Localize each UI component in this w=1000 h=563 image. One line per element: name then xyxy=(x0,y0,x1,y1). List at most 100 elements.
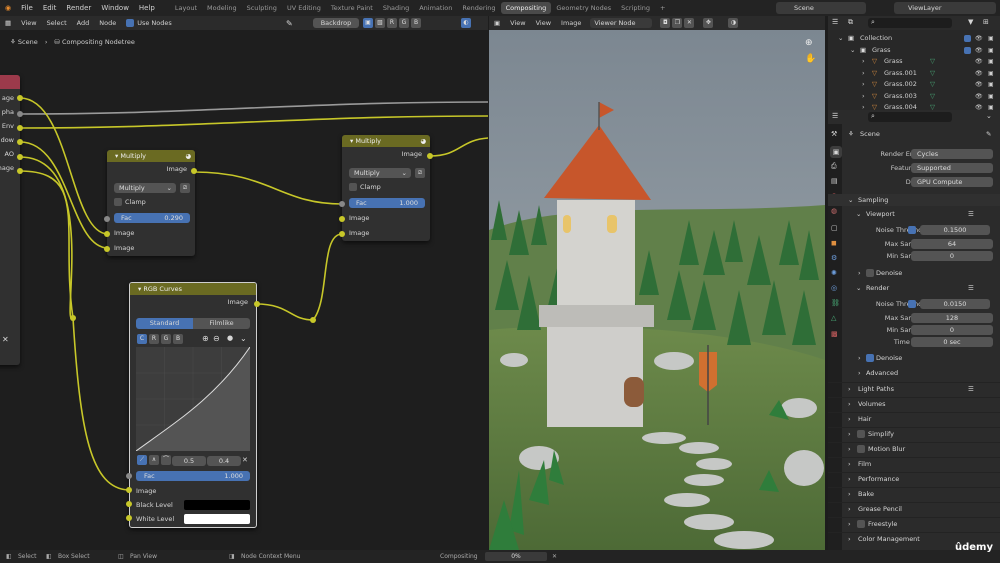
blender-logo-icon[interactable]: ◉ xyxy=(0,4,16,12)
menu-view[interactable]: View xyxy=(505,19,530,27)
socket-curves-image[interactable] xyxy=(126,487,132,493)
socket-multiply1-in2[interactable] xyxy=(104,246,110,252)
panel-simplify[interactable]: › Simplify xyxy=(828,427,1000,439)
render-visibility-icon[interactable]: ▣ xyxy=(988,68,994,79)
panel-volumes[interactable]: › Volumes xyxy=(828,397,1000,409)
outliner-item[interactable]: ⌄ ▣ Grass 👁 ▣ xyxy=(828,45,1000,56)
chevron-right-icon[interactable]: › xyxy=(862,91,865,102)
vp-denoise-checkbox[interactable] xyxy=(866,269,874,277)
menu-select[interactable]: Select xyxy=(42,19,72,27)
tab-sculpting[interactable]: Sculpting xyxy=(242,2,282,14)
preview-icon[interactable]: ◕ xyxy=(185,150,191,162)
black-level-swatch[interactable] xyxy=(184,500,250,510)
chevron-down-icon[interactable]: ⌄ xyxy=(240,334,247,343)
r-noise-threshold-field[interactable]: 0.0150 xyxy=(920,299,990,309)
socket-shadow[interactable] xyxy=(17,139,23,145)
socket-multiply2-in1[interactable] xyxy=(339,216,345,222)
menu-image[interactable]: Image xyxy=(556,19,586,27)
advanced-subpanel[interactable]: › Advanced xyxy=(828,367,1000,379)
outliner-item[interactable]: › ▽ Grass.001 ▽ 👁 ▣ xyxy=(828,68,1000,79)
menu-edit[interactable]: Edit xyxy=(38,4,62,12)
white-level-swatch[interactable] xyxy=(184,514,250,524)
fac-field[interactable]: Fac 1.000 xyxy=(349,198,425,208)
socket-multiply2-in2[interactable] xyxy=(339,231,345,237)
display-channels-icon[interactable]: ◑ xyxy=(728,18,739,28)
blend-mode-select[interactable]: Multiply ⌄ xyxy=(349,168,411,178)
menu-file[interactable]: File xyxy=(16,4,38,12)
use-nodes-toggle[interactable]: Use Nodes xyxy=(121,19,177,27)
tab-standard[interactable]: Standard xyxy=(136,318,193,329)
socket-image-2[interactable] xyxy=(17,168,23,174)
handle-vector-icon[interactable]: ∧ xyxy=(149,455,159,465)
r-denoise-checkbox[interactable] xyxy=(866,354,874,362)
multiply-node-1-header[interactable]: ▾ Multiply ◕ xyxy=(107,150,195,162)
use-nodes-checkbox[interactable] xyxy=(126,19,135,27)
mesh-data-icon[interactable]: ▽ xyxy=(930,68,935,79)
cancel-compositing-icon[interactable]: ✕ xyxy=(552,553,557,560)
socket-multiply2-out[interactable] xyxy=(427,153,433,159)
menu-view-2[interactable]: View xyxy=(531,19,556,27)
tab-modeling[interactable]: Modeling xyxy=(202,2,242,14)
use-alpha-button[interactable]: ⧄ xyxy=(180,183,190,193)
panel-bake[interactable]: › Bake xyxy=(828,487,1000,499)
tab-layout[interactable]: Layout xyxy=(170,2,202,14)
add-workspace-button[interactable]: + xyxy=(655,2,670,14)
viewer-image[interactable]: ⊕ ✋ xyxy=(489,30,825,550)
panel-film[interactable]: › Film xyxy=(828,457,1000,469)
visibility-eye-icon[interactable]: 👁 xyxy=(975,33,983,44)
tab-geometry-nodes[interactable]: Geometry Nodes xyxy=(551,2,616,14)
time-limit-field[interactable]: 0 sec xyxy=(911,337,993,347)
editor-type-icon[interactable]: ▦ xyxy=(0,19,16,27)
outliner-item[interactable]: ⌄ ▣ Collection 👁 ▣ xyxy=(828,33,1000,44)
socket-image[interactable] xyxy=(17,95,23,101)
curve-graph[interactable] xyxy=(136,347,250,451)
panel-motion-blur[interactable]: › Motion Blur xyxy=(828,442,1000,454)
visibility-eye-icon[interactable]: 👁 xyxy=(975,91,983,102)
tab-shading[interactable]: Shading xyxy=(378,2,414,14)
vp-denoise-subpanel[interactable]: › Denoise xyxy=(828,267,1000,279)
pin-icon[interactable]: ✎ xyxy=(986,128,991,140)
tab-uv-editing[interactable]: UV Editing xyxy=(282,2,326,14)
socket-ao[interactable] xyxy=(17,154,23,160)
close-icon[interactable]: ✕ xyxy=(2,335,9,344)
outliner-item[interactable]: › ▽ Grass.003 ▽ 👁 ▣ xyxy=(828,91,1000,102)
blend-mode-select[interactable]: Multiply ⌄ xyxy=(114,183,176,193)
outliner-item[interactable]: › ▽ Grass ▽ 👁 ▣ xyxy=(828,56,1000,67)
pan-hand-icon[interactable]: ✋ xyxy=(805,54,816,64)
channel-c-button[interactable]: C xyxy=(137,334,147,344)
socket-curves-fac[interactable] xyxy=(126,473,132,479)
zoom-in-icon[interactable]: ⊕ xyxy=(202,334,209,343)
chevron-down-icon[interactable]: ⌄ xyxy=(986,112,992,120)
r-min-samples-field[interactable]: 0 xyxy=(911,325,993,335)
use-alpha-button[interactable]: ⧄ xyxy=(415,168,425,178)
outliner-item[interactable]: › ▽ Grass.002 ▽ 👁 ▣ xyxy=(828,79,1000,90)
panel-grease-pencil[interactable]: › Grease Pencil xyxy=(828,502,1000,514)
shield-icon[interactable]: ◘ xyxy=(660,18,671,28)
curve-x-field[interactable]: 0.5 xyxy=(172,456,206,466)
channel-b-button[interactable]: B xyxy=(411,18,421,28)
menu-window[interactable]: Window xyxy=(96,4,134,12)
new-collection-icon[interactable]: ⊞ xyxy=(983,18,989,26)
channel-g-button[interactable]: G xyxy=(399,18,409,28)
list-icon[interactable]: ☰ xyxy=(968,282,974,294)
outliner-editor-icon[interactable]: ☰ xyxy=(832,18,838,26)
handle-auto-clamped-icon[interactable]: ⌒ xyxy=(161,455,171,465)
menu-render[interactable]: Render xyxy=(61,4,96,12)
clamp-toggle[interactable]: Clamp xyxy=(349,183,381,191)
render-visibility-icon[interactable]: ▣ xyxy=(988,79,994,90)
socket-multiply2-fac[interactable] xyxy=(339,201,345,207)
gizmo-icon[interactable]: ✥ xyxy=(703,18,714,28)
copy-icon[interactable]: ❐ xyxy=(672,18,683,28)
sampling-panel-header[interactable]: ⌄ Sampling xyxy=(828,194,1000,206)
render-visibility-icon[interactable]: ▣ xyxy=(988,91,994,102)
clip-dot-icon[interactable]: ● xyxy=(227,334,233,342)
tab-compositing[interactable]: Compositing xyxy=(500,2,552,14)
zoom-icon[interactable]: ⊕ xyxy=(805,38,813,48)
render-layers-header[interactable] xyxy=(0,75,20,89)
rgb-curves-header[interactable]: ▾ RGB Curves xyxy=(130,283,256,295)
chevron-down-icon[interactable]: ⌄ xyxy=(850,45,855,56)
socket-curves-out[interactable] xyxy=(254,301,260,307)
socket-multiply1-fac[interactable] xyxy=(104,216,110,222)
close-icon[interactable]: ✕ xyxy=(684,18,695,28)
socket-env[interactable] xyxy=(17,125,23,131)
